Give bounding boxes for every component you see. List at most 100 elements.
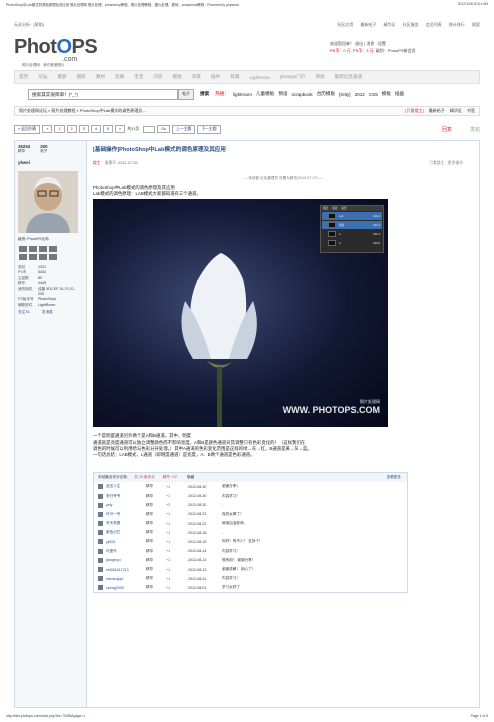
rating-row: chenzujupi 精华 +1 2012-08-01 内容学习！ (94, 574, 407, 583)
footer-page: Page 1 of 8 (470, 714, 488, 718)
nav-item[interactable]: 宝宝 (134, 74, 143, 80)
page-button[interactable]: 4 (90, 125, 101, 133)
footer-url: http://bbs.photops.com/read.php?tid=7009… (6, 714, 86, 718)
top-bar-left[interactable]: 无诉分析 · [帮助] (14, 22, 44, 30)
user-links[interactable]: 欢迎您回来！ 退出 | 消息 · 设置 (330, 40, 480, 47)
page-button[interactable]: 3 (78, 125, 89, 133)
nav-item[interactable]: 背景 (192, 74, 201, 80)
nav-item[interactable]: 教材 (96, 74, 105, 80)
author-name[interactable]: ykwei (18, 160, 83, 165)
ps-score: PS币：3 元 (352, 48, 374, 53)
prev-topic-button[interactable]: 上一主题 (172, 124, 196, 134)
watermark-en: WWW. PHOTOPS.COM (282, 405, 380, 416)
nav-item[interactable]: 摄影 (77, 74, 86, 80)
hot-search-link[interactable]: lightroom (233, 92, 252, 97)
top-link[interactable]: 精华区 (384, 22, 396, 27)
nav-item[interactable]: 插件 (211, 74, 220, 80)
breadcrumb: 照片处理网论坛 » 照片处理教程 » PhotoShop中Lab模式的调色原理及… (14, 106, 480, 116)
hot-search-label: 热搜： (215, 91, 229, 96)
rating-row: jiangeryu 精华 +1 2012-08-13 很有用！ 谢谢分享！ (94, 556, 407, 565)
nav-item[interactable]: 首页 (19, 74, 28, 80)
author-stats: 36253 精华 200 帖子 (18, 144, 83, 154)
hot-search-link[interactable]: 模板 (382, 91, 391, 97)
search-button[interactable]: 搜索 (200, 91, 209, 97)
print-footer: http://bbs.photops.com/read.php?tid=7009… (6, 714, 488, 720)
top-link[interactable]: 最新帖子 (360, 22, 376, 27)
page-button[interactable]: 1 (54, 125, 65, 133)
medal-icon (49, 246, 57, 252)
nav-item[interactable]: 问答 (153, 74, 162, 80)
search-bar: 搜索其实很简单！(*_*) 帖子 搜索 热搜： lightroom 儿童模板 预… (28, 88, 480, 100)
post-body-after: 一个是明度通道另外两个是A和B通道。其中，明度 通道就是亮度通道可以独立调整颜色… (93, 433, 473, 458)
top-link[interactable]: 社区服务 (403, 22, 419, 27)
detail-value: LightRoom (38, 302, 56, 307)
rating-more-link[interactable]: 查看更多 (387, 475, 401, 480)
medal-icon (39, 254, 47, 260)
panel-tabs: 图层 通道 路径 (321, 206, 383, 212)
nav-item[interactable]: photops门户 (280, 74, 306, 80)
post-image[interactable]: 图层 通道 路径 Lab Ctrl+2 明度 Ctrl+3 a Ctrl+4 b Ctr… (93, 199, 388, 428)
medal-icon (29, 254, 37, 260)
main-nav: 首页 论坛 最新 摄影 教材 后期 宝宝 问答 模板 背景 插件 剪辑 Ligh… (14, 70, 480, 84)
page-jump-input[interactable] (143, 125, 156, 133)
page-button[interactable]: 2 (66, 125, 77, 133)
post-actions[interactable]: 只看楼主 · 更多操作 (429, 161, 463, 166)
top-link[interactable]: 搜索 (472, 22, 480, 27)
top-link[interactable]: 社区应用 (337, 22, 353, 27)
rating-row: 老归爷爷 精华 +1 2012-08-30 内容学习！ (94, 491, 407, 500)
hot-search-link[interactable]: scrapbook (292, 92, 313, 97)
nav-item[interactable]: 最新信息速递 (335, 74, 363, 80)
hot-search-link[interactable]: 2012 (355, 92, 365, 97)
hot-search-link[interactable]: 插画 (395, 91, 404, 97)
user-avatar-icon (98, 567, 103, 572)
search-input[interactable]: 搜索其实很简单！(*_*) (28, 88, 178, 100)
page-button[interactable]: 5 (102, 125, 114, 133)
only-author-link[interactable]: [只看楼主] (405, 108, 423, 113)
hot-search-link[interactable]: [Kitty] (339, 92, 351, 97)
hot-search-link[interactable]: 儿童模板 (256, 91, 274, 97)
nav-item[interactable]: 后期 (115, 74, 124, 80)
hot-search-link[interactable]: CS5 (369, 92, 378, 97)
digest-link[interactable]: 精华区 (450, 108, 462, 113)
detail-value: 佳能 5D2 EF 24-70,70-200 (38, 286, 75, 297)
hot-search-link[interactable]: 预设 (278, 91, 287, 97)
floor-label: 楼主 (93, 161, 101, 165)
rating-row: 可爱鸟 精华 +1 2012-08-14 内容学习！ (94, 547, 407, 556)
avatar[interactable] (18, 171, 78, 233)
latest-posts-link[interactable]: 最新帖子 (429, 108, 445, 113)
next-topic-button[interactable]: 下一主题 (197, 124, 221, 134)
post-container: 36253 精华 200 帖子 ykwei 级别: PhotoPS元帅 发帖 1321… (14, 140, 480, 708)
site-logo[interactable]: PhotOPS .com 照片处理网 · 我们都爱照片 (14, 36, 104, 68)
new-post-button[interactable]: 发帖 (470, 126, 480, 133)
message-button[interactable]: 发消息 (42, 310, 53, 315)
top-link[interactable]: 统计排行 (449, 22, 465, 27)
back-to-list-button[interactable]: « 返回列表 (14, 124, 41, 134)
medal-icon (19, 254, 27, 260)
follow-button[interactable]: 关注TA (18, 310, 42, 315)
medal-icon (39, 246, 47, 252)
first-page-button[interactable]: « (42, 125, 53, 133)
bookmark-link[interactable]: 书签 (467, 108, 475, 113)
reply-button[interactable]: 回复 (442, 126, 452, 133)
nav-item[interactable]: 剪辑 (230, 74, 239, 80)
nav-item[interactable]: Lightroom (249, 75, 269, 80)
nav-item[interactable]: 添加 (315, 74, 324, 80)
nav-item[interactable]: 论坛 (38, 74, 47, 80)
rating-head: 本帖最近评分记录： 共 20 条评分 精华 +22 隐藏 查看更多 (94, 473, 407, 483)
nav-item[interactable]: 最新 (57, 74, 66, 80)
hot-search-link[interactable]: 台历模板 (317, 91, 335, 97)
go-button[interactable]: Go (157, 125, 171, 133)
logo-brand: PhotOPS (14, 36, 98, 58)
rating-hide-button[interactable]: 隐藏 (187, 475, 194, 480)
top-link[interactable]: 会员列表 (426, 22, 442, 27)
search-type-select[interactable]: 帖子 (178, 88, 194, 100)
last-page-button[interactable]: » (115, 125, 126, 133)
user-avatar-icon (98, 530, 103, 536)
page-count: 共31页 (127, 126, 140, 131)
breadcrumb-path[interactable]: 照片处理网论坛 » 照片处理教程 » PhotoShop中Lab模式的调色原理及… (19, 108, 146, 114)
top-links: 社区应用 最新帖子 精华区 社区服务 会员列表 统计排行 搜索 (331, 22, 480, 30)
detail-label: 辅助软件 (18, 302, 33, 307)
user-level: 级别：PhotoPS新会员 (375, 48, 416, 53)
user-avatar-icon (98, 576, 103, 582)
nav-item[interactable]: 模板 (173, 74, 182, 80)
